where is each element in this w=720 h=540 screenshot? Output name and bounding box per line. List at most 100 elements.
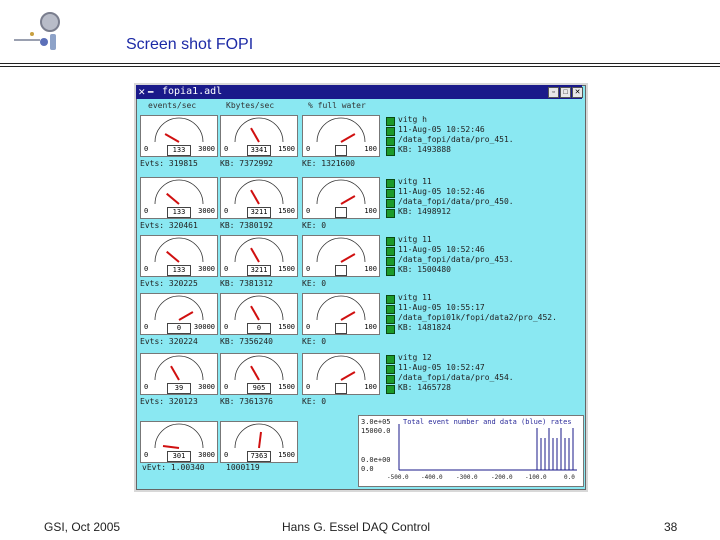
total-events-value: 301 bbox=[167, 451, 191, 462]
row1-info-line: vitg h bbox=[398, 115, 427, 124]
plot-xtick-3: -300.0 bbox=[456, 474, 478, 481]
total-kbytes-value: 7363 bbox=[247, 451, 271, 462]
row1-status-led bbox=[386, 137, 395, 146]
footer-center: Hans G. Essel DAQ Control bbox=[282, 520, 431, 534]
row2-kbytes-meter: 0 3211 1500 bbox=[220, 177, 298, 219]
row5-info-line: /data_fopi/data/pro_454. bbox=[398, 373, 514, 382]
row3-kbytes-meter-value: 3211 bbox=[247, 265, 271, 276]
window-titlebar[interactable]: ✕ ━ fopia1.adl ▫ □ ✕ bbox=[136, 85, 583, 99]
row1-info-line: /data_fopi/data/pro_451. bbox=[398, 135, 514, 144]
row5-ke-label: KE: 0 bbox=[302, 397, 327, 406]
row4-kbytes-label: KB: 7356240 bbox=[220, 337, 273, 346]
row2-status-led bbox=[386, 209, 395, 218]
row4-status-led bbox=[386, 305, 395, 314]
row5-info-line: 11-Aug-05 10:52:47 bbox=[398, 363, 485, 372]
row3-status-led bbox=[386, 237, 395, 246]
row1-kbytes-meter: 0 3341 1500 bbox=[220, 115, 298, 157]
row5-events-label: Evts: 320123 bbox=[140, 397, 198, 406]
plot-series bbox=[536, 428, 574, 470]
col-header-events: events/sec bbox=[148, 101, 197, 110]
row5-events-meter: 0 39 3000 bbox=[140, 353, 218, 395]
row3-events-label: Evts: 320225 bbox=[140, 279, 198, 288]
rate-plot: Total event number and data (blue) rates… bbox=[358, 415, 584, 487]
total-kbytes-label: 1000119 bbox=[226, 463, 260, 472]
row1-info-line: 11-Aug-05 10:52:46 bbox=[398, 125, 485, 134]
row4-info-line: vitg 11 bbox=[398, 293, 432, 302]
row3-events-meter: 0 133 3000 bbox=[140, 235, 218, 277]
gsi-logo bbox=[14, 12, 60, 50]
row2-kbytes-label: KB: 7380192 bbox=[220, 221, 273, 230]
row4-kbytes-meter-value: 0 bbox=[247, 323, 271, 334]
row3-info-line: vitg 11 bbox=[398, 235, 432, 244]
row5-kbytes-meter: 0 905 1500 bbox=[220, 353, 298, 395]
row1-events-meter: 0 133 3000 bbox=[140, 115, 218, 157]
row3-kbytes-label: KB: 7381312 bbox=[220, 279, 273, 288]
row5-info-line: vitg 12 bbox=[398, 353, 432, 362]
plot-xtick-5: -100.0 bbox=[525, 474, 547, 481]
window-title: fopia1.adl bbox=[162, 86, 223, 97]
row4-status-led bbox=[386, 325, 395, 334]
row4-info-line: 11-Aug-05 10:55:17 bbox=[398, 303, 485, 312]
row4-events-meter: 0 0 30000 bbox=[140, 293, 218, 335]
plot-xtick-2: -400.0 bbox=[421, 474, 443, 481]
plot-xtick-4: -200.0 bbox=[491, 474, 513, 481]
row3-info-line: /data_fopi/data/pro_453. bbox=[398, 255, 514, 264]
row4-events-meter-value: 0 bbox=[167, 323, 191, 334]
row2-info-line: /data_fopi/data/pro_450. bbox=[398, 197, 514, 206]
row4-info-line: KB: 1481824 bbox=[398, 323, 451, 332]
maximize-button[interactable]: □ bbox=[560, 87, 571, 98]
row2-info-line: vitg 11 bbox=[398, 177, 432, 186]
row2-events-meter: 0 133 3000 bbox=[140, 177, 218, 219]
epics-window[interactable]: ✕ ━ fopia1.adl ▫ □ ✕ events/sec Kbytes/s… bbox=[134, 83, 588, 492]
slide-title: Screen shot FOPI bbox=[126, 36, 254, 53]
row5-status-led bbox=[386, 375, 395, 384]
total-events-label: vEvt: 1.00340 bbox=[142, 463, 205, 472]
window-menu-icon[interactable]: ✕ ━ bbox=[138, 85, 153, 99]
row2-events-meter-value: 133 bbox=[167, 207, 191, 218]
row3-kbytes-meter: 0 3211 1500 bbox=[220, 235, 298, 277]
plot-xtick-1: -500.0 bbox=[387, 474, 409, 481]
row4-fill-meter: 0 100 bbox=[302, 293, 380, 335]
row2-status-led bbox=[386, 189, 395, 198]
col-header-kbytes: Kbytes/sec bbox=[226, 101, 275, 110]
row5-status-led bbox=[386, 355, 395, 364]
footer-page-number: 38 bbox=[664, 520, 678, 534]
row4-info-line: /data_fopi01k/fopi/data2/pro_452. bbox=[398, 313, 557, 322]
row1-status-led bbox=[386, 147, 395, 156]
row1-status-led bbox=[386, 127, 395, 136]
title-rule-bottom bbox=[0, 66, 720, 67]
row1-status-led bbox=[386, 117, 395, 126]
footer-left: GSI, Oct 2005 bbox=[44, 520, 121, 534]
row3-info-line: 11-Aug-05 10:52:46 bbox=[398, 245, 485, 254]
row5-status-led bbox=[386, 365, 395, 374]
row5-events-meter-value: 39 bbox=[167, 383, 191, 394]
row4-events-label: Evts: 320224 bbox=[140, 337, 198, 346]
row5-kbytes-meter-value: 905 bbox=[247, 383, 271, 394]
row2-status-led bbox=[386, 199, 395, 208]
row3-events-meter-value: 133 bbox=[167, 265, 191, 276]
col-header-fill: % full water bbox=[308, 101, 366, 110]
row1-kbytes-label: KB: 7372992 bbox=[220, 159, 273, 168]
row3-fill-meter: 0 100 bbox=[302, 235, 380, 277]
row1-fill-meter: 0 100 bbox=[302, 115, 380, 157]
close-button[interactable]: ✕ bbox=[572, 87, 583, 98]
row4-status-led bbox=[386, 295, 395, 304]
row3-ke-label: KE: 0 bbox=[302, 279, 327, 288]
row1-info-line: KB: 1493888 bbox=[398, 145, 451, 154]
row2-info-line: KB: 1498912 bbox=[398, 207, 451, 216]
row5-status-led bbox=[386, 385, 395, 394]
row4-kbytes-meter: 0 0 1500 bbox=[220, 293, 298, 335]
row3-status-led bbox=[386, 267, 395, 276]
row5-kbytes-label: KB: 7361376 bbox=[220, 397, 273, 406]
row2-fill-meter: 0 100 bbox=[302, 177, 380, 219]
row4-ke-label: KE: 0 bbox=[302, 337, 327, 346]
row1-ke-label: KE: 1321600 bbox=[302, 159, 355, 168]
row3-status-led bbox=[386, 257, 395, 266]
row4-status-led bbox=[386, 315, 395, 324]
minimize-button[interactable]: ▫ bbox=[548, 87, 559, 98]
title-rule-top bbox=[0, 63, 720, 64]
row2-status-led bbox=[386, 179, 395, 188]
row2-events-label: Evts: 320461 bbox=[140, 221, 198, 230]
total-events-meter: 0 301 3000 bbox=[140, 421, 218, 463]
row5-info-line: KB: 1465728 bbox=[398, 383, 451, 392]
